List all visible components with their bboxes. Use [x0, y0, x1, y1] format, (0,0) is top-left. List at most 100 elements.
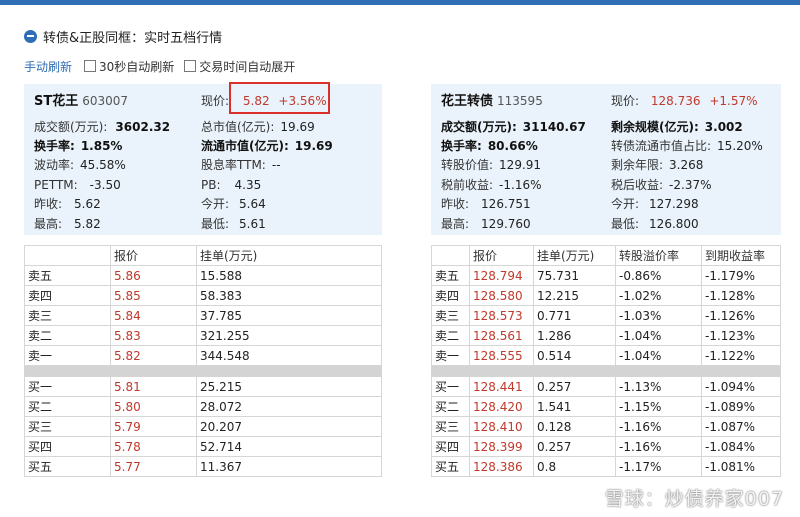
table-row: 买四 5.78 52.714 — [24, 436, 382, 457]
bond-field: 剩余规模(亿元): 3.002 — [611, 120, 743, 134]
table-row: 买四 128.399 0.257 -1.16% -1.084% — [431, 436, 781, 457]
cell-volume: 0.8 — [533, 456, 616, 477]
table-row: 买一 128.441 0.257 -1.13% -1.094% — [431, 376, 781, 397]
table-row: 买二 128.420 1.541 -1.15% -1.089% — [431, 396, 781, 417]
cell-price: 128.420 — [469, 396, 534, 417]
bond-order-book: 报价 挂单(万元) 转股溢价率 到期收益率 卖五 128.794 75.731 -0.86%… — [431, 245, 781, 477]
cell-level: 买二 — [24, 396, 111, 417]
bond-field: 换手率: 80.66% — [441, 139, 538, 153]
cell-premium: -1.02% — [615, 285, 702, 306]
table-row: 买一 5.81 25.215 — [24, 376, 382, 397]
table-row: 卖四 128.580 12.215 -1.02% -1.128% — [431, 285, 781, 306]
auto-refresh-30s-checkbox[interactable] — [84, 60, 97, 72]
stock-title: ST花王 603007 — [34, 93, 128, 109]
table-row: 卖二 128.561 1.286 -1.04% -1.123% — [431, 325, 781, 346]
cell-volume: 0.771 — [533, 305, 616, 326]
table-row: 买三 128.410 0.128 -1.16% -1.087% — [431, 416, 781, 437]
cell-price: 5.86 — [110, 265, 197, 286]
cell-price: 5.82 — [110, 345, 197, 366]
table-row: 买五 128.386 0.8 -1.17% -1.081% — [431, 456, 781, 477]
cell-price: 128.794 — [469, 265, 534, 286]
cell-ytm: -1.087% — [701, 416, 781, 437]
top-bar — [0, 0, 800, 5]
cell-price: 128.410 — [469, 416, 534, 437]
cell-price: 5.79 — [110, 416, 197, 437]
cell-ytm: -1.081% — [701, 456, 781, 477]
stock-field: 最低: 5.61 — [201, 217, 266, 231]
cell-premium: -1.13% — [615, 376, 702, 397]
cell-level: 买四 — [24, 436, 111, 457]
stock-field: 最高: 5.82 — [34, 217, 101, 231]
cell-level: 卖五 — [24, 265, 111, 286]
bond-name[interactable]: 花王转债 — [441, 94, 493, 109]
cell-volume: 52.714 — [196, 436, 382, 457]
cell-level: 卖一 — [24, 345, 111, 366]
cell-volume: 37.785 — [196, 305, 382, 326]
cell-premium: -0.86% — [615, 265, 702, 286]
cell-price: 128.441 — [469, 376, 534, 397]
cell-volume: 15.588 — [196, 265, 382, 286]
manual-refresh-link[interactable]: 手动刷新 — [24, 58, 72, 75]
table-row: 买五 5.77 11.367 — [24, 456, 382, 477]
stock-field: 波动率: 45.58% — [34, 158, 126, 172]
cell-level: 卖一 — [431, 345, 470, 366]
cell-volume: 12.215 — [533, 285, 616, 306]
section-title: 转债&正股同框：实时五档行情 — [24, 28, 223, 46]
cell-level: 买五 — [24, 456, 111, 477]
table-separator — [24, 365, 382, 377]
table-row: 卖三 128.573 0.771 -1.03% -1.126% — [431, 305, 781, 326]
stock-order-book: 报价 挂单(万元) 卖五 5.86 15.588 卖四 5.85 58.383 卖三 5.84 3… — [24, 245, 382, 477]
cell-price: 128.561 — [469, 325, 534, 346]
cell-level: 卖四 — [24, 285, 111, 306]
section-title-text: 转债&正股同框：实时五档行情 — [43, 30, 223, 46]
stock-name[interactable]: ST花王 — [34, 94, 78, 109]
cell-level: 买一 — [431, 376, 470, 397]
table-row: 买三 5.79 20.207 — [24, 416, 382, 437]
cell-price: 128.399 — [469, 436, 534, 457]
bond-field: 税前收益: -1.16% — [441, 178, 542, 192]
cell-ytm: -1.089% — [701, 396, 781, 417]
table-row: 卖三 5.84 37.785 — [24, 305, 382, 326]
cell-volume: 0.128 — [533, 416, 616, 437]
cell-ytm: -1.094% — [701, 376, 781, 397]
cell-price: 128.573 — [469, 305, 534, 326]
cell-price: 128.580 — [469, 285, 534, 306]
cell-volume: 11.367 — [196, 456, 382, 477]
cell-price: 5.81 — [110, 376, 197, 397]
table-row: 卖一 128.555 0.514 -1.04% -1.122% — [431, 345, 781, 366]
bond-field: 税后收益: -2.37% — [611, 178, 712, 192]
cell-level: 卖二 — [431, 325, 470, 346]
bond-price-row: 现价: 128.736 +1.57% — [611, 93, 758, 109]
auto-expand-checkbox[interactable] — [184, 60, 197, 72]
stock-field: 流通市值(亿元): 19.69 — [201, 139, 333, 153]
cell-level: 买五 — [431, 456, 470, 477]
cell-volume: 0.257 — [533, 436, 616, 457]
cell-premium: -1.04% — [615, 325, 702, 346]
cell-volume: 344.548 — [196, 345, 382, 366]
bond-field: 剩余年限: 3.268 — [611, 158, 704, 172]
auto-expand-option[interactable]: 交易时间自动展开 — [184, 58, 295, 75]
cell-level: 买四 — [431, 436, 470, 457]
cell-premium: -1.15% — [615, 396, 702, 417]
bond-change: +1.57% — [709, 94, 758, 108]
cell-premium: -1.16% — [615, 436, 702, 457]
watermark-text: 雪球：炒债养家007 — [604, 488, 784, 510]
stock-field: PB: 4.35 — [201, 178, 262, 192]
collapse-icon[interactable] — [24, 29, 37, 43]
auto-refresh-30s-option[interactable]: 30秒自动刷新 — [84, 58, 174, 75]
cell-price: 5.83 — [110, 325, 197, 346]
table-row: 卖一 5.82 344.548 — [24, 345, 382, 366]
bond-code: 113595 — [497, 94, 543, 108]
cell-ytm: -1.179% — [701, 265, 781, 286]
cell-level: 卖五 — [431, 265, 470, 286]
table-row: 卖二 5.83 321.255 — [24, 325, 382, 346]
bond-field: 成交额(万元): 31140.67 — [441, 120, 586, 134]
cell-level: 买三 — [24, 416, 111, 437]
cell-volume: 20.207 — [196, 416, 382, 437]
table-separator — [431, 365, 781, 377]
cell-volume: 28.072 — [196, 396, 382, 417]
table-row: 卖四 5.85 58.383 — [24, 285, 382, 306]
bond-field: 昨收: 126.751 — [441, 197, 531, 211]
bond-field: 最低: 126.800 — [611, 217, 699, 231]
bond-field: 转股价值: 129.91 — [441, 158, 542, 172]
